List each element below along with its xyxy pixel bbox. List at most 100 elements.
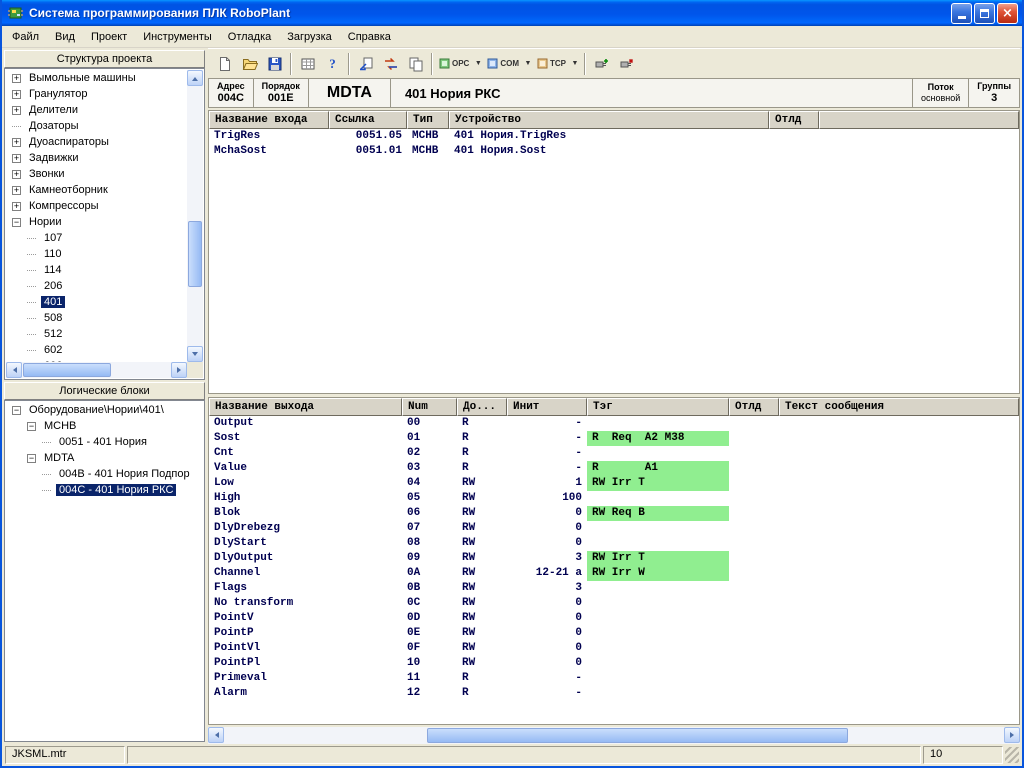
column-header[interactable]: Устройство [449,111,769,129]
resize-grip[interactable] [1005,747,1019,763]
com-connection-button[interactable]: COM [484,52,522,76]
column-header[interactable]: Тэг [587,398,729,416]
tree-item[interactable]: −Оборудование\Нории\401\ [6,402,203,418]
scroll-left-button[interactable] [208,727,224,743]
column-header[interactable]: Отлд [729,398,779,416]
tcp-connection-button[interactable]: TCP [534,52,569,76]
output-row[interactable]: No transform0CRW0 [209,596,1019,611]
tree-item[interactable]: +Звонки [6,166,187,182]
tree-item[interactable]: 004B - 401 Нория Подпор [6,466,203,482]
main-hscroll-thumb[interactable] [427,728,848,743]
output-row[interactable]: Low04RW1RW Irr T [209,476,1019,491]
expand-icon[interactable]: + [12,74,21,83]
import-button[interactable] [353,52,378,76]
tree-item[interactable]: −MDTA [6,450,203,466]
tree-item[interactable]: −MCHB [6,418,203,434]
input-row[interactable]: TrigRes0051.05MCHB401 Нория.TrigRes [209,129,1019,144]
expand-icon[interactable]: + [12,90,21,99]
output-row[interactable]: Sost01R-R Req A2 M38 [209,431,1019,446]
tree-item[interactable]: −Нории [6,214,187,230]
column-header[interactable]: Ссылка [329,111,407,129]
expand-icon[interactable]: + [12,202,21,211]
tree-item[interactable]: +Компрессоры [6,198,187,214]
opc-dropdown-button[interactable]: ▼ [472,52,484,76]
collapse-icon[interactable]: − [27,422,36,431]
output-row[interactable]: PointVl0FRW0 [209,641,1019,656]
open-project-button[interactable] [237,52,262,76]
scroll-right-button[interactable] [171,362,187,378]
output-row[interactable]: Output00R- [209,416,1019,431]
tree-item[interactable]: 206 [6,278,187,294]
column-header[interactable]: До... [457,398,507,416]
com-dropdown-button[interactable]: ▼ [522,52,534,76]
tree-item[interactable]: 602 [6,342,187,358]
output-row[interactable]: Flags0BRW3 [209,581,1019,596]
tcp-dropdown-button[interactable]: ▼ [569,52,581,76]
hscroll-thumb[interactable] [23,363,111,377]
minimize-button[interactable] [951,3,972,24]
column-header[interactable]: Инит [507,398,587,416]
output-row[interactable]: Primeval11R- [209,671,1019,686]
expand-icon[interactable]: + [12,138,21,147]
table-view-button[interactable] [295,52,320,76]
opc-connection-button[interactable]: OPC [436,52,472,76]
scroll-right-button[interactable] [1004,727,1020,743]
tree-item[interactable]: 401 [6,294,187,310]
transfer-button[interactable] [378,52,403,76]
output-row[interactable]: DlyDrebezg07RW0 [209,521,1019,536]
collapse-icon[interactable]: − [12,406,21,415]
collapse-icon[interactable]: − [27,454,36,463]
tree-item[interactable]: 0051 - 401 Нория [6,434,203,450]
scroll-down-button[interactable] [187,346,203,362]
tree-item[interactable]: +Камнеотборник [6,182,187,198]
tree-item[interactable]: +Вымольные машины [6,70,187,86]
main-hscrollbar[interactable] [208,727,1020,744]
expand-icon[interactable]: + [12,154,21,163]
output-row[interactable]: PointP0ERW0 [209,626,1019,641]
vscroll-track[interactable] [187,86,203,346]
help-button[interactable]: ? [320,52,345,76]
tree-item[interactable]: 508 [6,310,187,326]
hscroll-track[interactable] [22,362,171,378]
save-button[interactable] [262,52,287,76]
output-row[interactable]: Channel0ARW12-21 aRW Irr W [209,566,1019,581]
output-row[interactable]: Value03R-R A1 [209,461,1019,476]
output-row[interactable]: Blok06RW0RW Req B [209,506,1019,521]
menu-item[interactable]: Файл [4,28,47,46]
column-header[interactable]: Название выхода [209,398,402,416]
expand-icon[interactable]: + [12,170,21,179]
project-tree-hscrollbar[interactable] [6,362,187,378]
copy-button[interactable] [403,52,428,76]
output-row[interactable]: DlyOutput09RW3RW Irr T [209,551,1019,566]
tree-item[interactable]: 107 [6,230,187,246]
menu-item[interactable]: Справка [340,28,399,46]
output-row[interactable]: DlyStart08RW0 [209,536,1019,551]
output-row[interactable]: Cnt02R- [209,446,1019,461]
tree-item[interactable]: +Задвижки [6,150,187,166]
expand-icon[interactable]: + [12,186,21,195]
title-bar[interactable]: Система программирования ПЛК RoboPlant × [2,0,1022,26]
collapse-icon[interactable]: − [12,218,21,227]
tree-item[interactable]: 004C - 401 Нория РКС [6,482,203,498]
output-row[interactable]: High05RW100 [209,491,1019,506]
scroll-left-button[interactable] [6,362,22,378]
scroll-up-button[interactable] [187,70,203,86]
output-row[interactable]: Alarm12R- [209,686,1019,701]
tree-item[interactable]: +Гранулятор [6,86,187,102]
output-row[interactable]: PointPl10RW0 [209,656,1019,671]
menu-item[interactable]: Инструменты [135,28,220,46]
disconnect-device-button[interactable] [614,52,639,76]
tree-item[interactable]: Дозаторы [6,118,187,134]
column-header[interactable]: Num [402,398,457,416]
maximize-button[interactable] [974,3,995,24]
new-file-button[interactable] [212,52,237,76]
tree-item[interactable]: +Дуоаспираторы [6,134,187,150]
close-button[interactable]: × [997,3,1018,24]
column-header[interactable]: Текст сообщения [779,398,1019,416]
column-header[interactable]: Отлд [769,111,819,129]
tree-item[interactable]: 110 [6,246,187,262]
tree-item[interactable]: +Делители [6,102,187,118]
menu-item[interactable]: Вид [47,28,83,46]
input-row[interactable]: MchaSost0051.01MCHB401 Нория.Sost [209,144,1019,159]
menu-item[interactable]: Отладка [220,28,279,46]
